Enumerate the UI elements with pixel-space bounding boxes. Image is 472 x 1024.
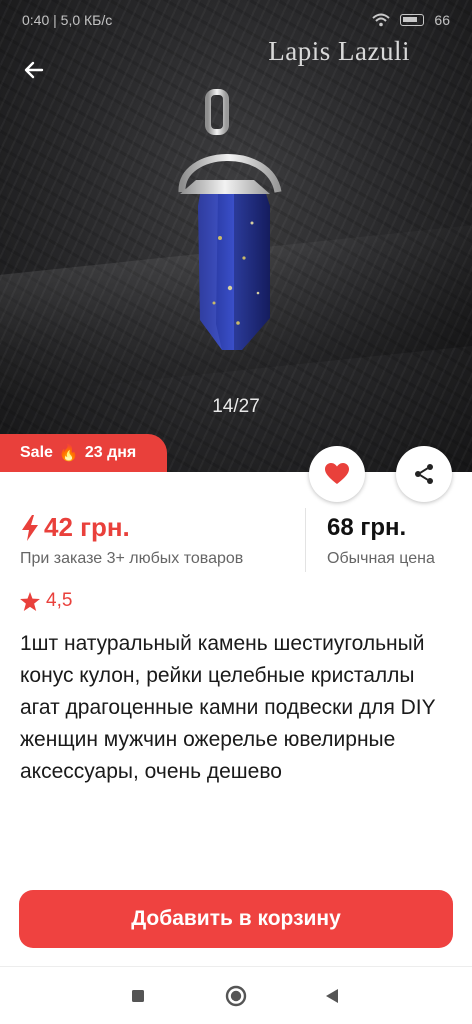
product-screen: 0:40 | 5,0 КБ/с 66 Lapis Lazuli 14/27 Sa… xyxy=(0,0,472,1024)
back-button[interactable] xyxy=(14,50,54,90)
heart-icon xyxy=(325,463,349,484)
home-button[interactable] xyxy=(216,976,256,1016)
product-rating[interactable]: 4,5 xyxy=(20,590,72,612)
add-to-cart-button[interactable]: Добавить в корзину xyxy=(19,890,453,948)
status-time: 0:40 | 5,0 КБ/с xyxy=(22,12,113,28)
product-title: 1шт натуральный камень шестиугольный кон… xyxy=(20,632,436,783)
sale-label: Sale xyxy=(20,444,53,461)
sale-days: 23 дня xyxy=(84,444,137,461)
star-icon xyxy=(20,591,40,611)
circle-icon xyxy=(225,985,247,1007)
arrow-left-icon xyxy=(24,61,44,79)
regular-price-note: Обычная цена xyxy=(327,550,435,567)
status-bar: 0:40 | 5,0 КБ/с 66 xyxy=(0,0,472,40)
recent-apps-button[interactable] xyxy=(118,976,158,1016)
price-divider xyxy=(305,508,306,572)
triangle-back-icon xyxy=(326,989,338,1003)
promo-price-value: 42 грн. xyxy=(44,512,130,542)
status-icons: 66 xyxy=(372,12,450,28)
flame-icon: 🔥 xyxy=(58,445,79,462)
rating-value: 4,5 xyxy=(46,590,73,611)
lightning-icon xyxy=(22,514,38,541)
image-counter: 14/27 xyxy=(212,396,260,417)
battery-icon xyxy=(400,14,425,26)
wifi-icon xyxy=(372,13,391,27)
system-back-button[interactable] xyxy=(312,976,352,1016)
regular-price: 68 грн. xyxy=(327,514,407,541)
promo-price-note: При заказе 3+ любых товаров xyxy=(20,550,244,567)
favorite-button[interactable] xyxy=(309,446,365,502)
system-nav-bar xyxy=(0,966,472,1024)
battery-level: 66 xyxy=(434,12,450,28)
lapis-pendant-image xyxy=(178,89,282,350)
share-button[interactable] xyxy=(396,446,452,502)
promo-price: 42 грн. xyxy=(20,512,130,543)
product-image[interactable]: 0:40 | 5,0 КБ/с 66 Lapis Lazuli 14/27 xyxy=(0,0,472,472)
image-watermark: Lapis Lazuli xyxy=(268,36,410,66)
square-icon xyxy=(132,990,144,1002)
sale-badge: Sale 🔥 23 дня xyxy=(0,434,167,472)
share-icon xyxy=(415,464,433,484)
price-block: 42 грн. При заказе 3+ любых товаров 68 г… xyxy=(0,508,472,578)
